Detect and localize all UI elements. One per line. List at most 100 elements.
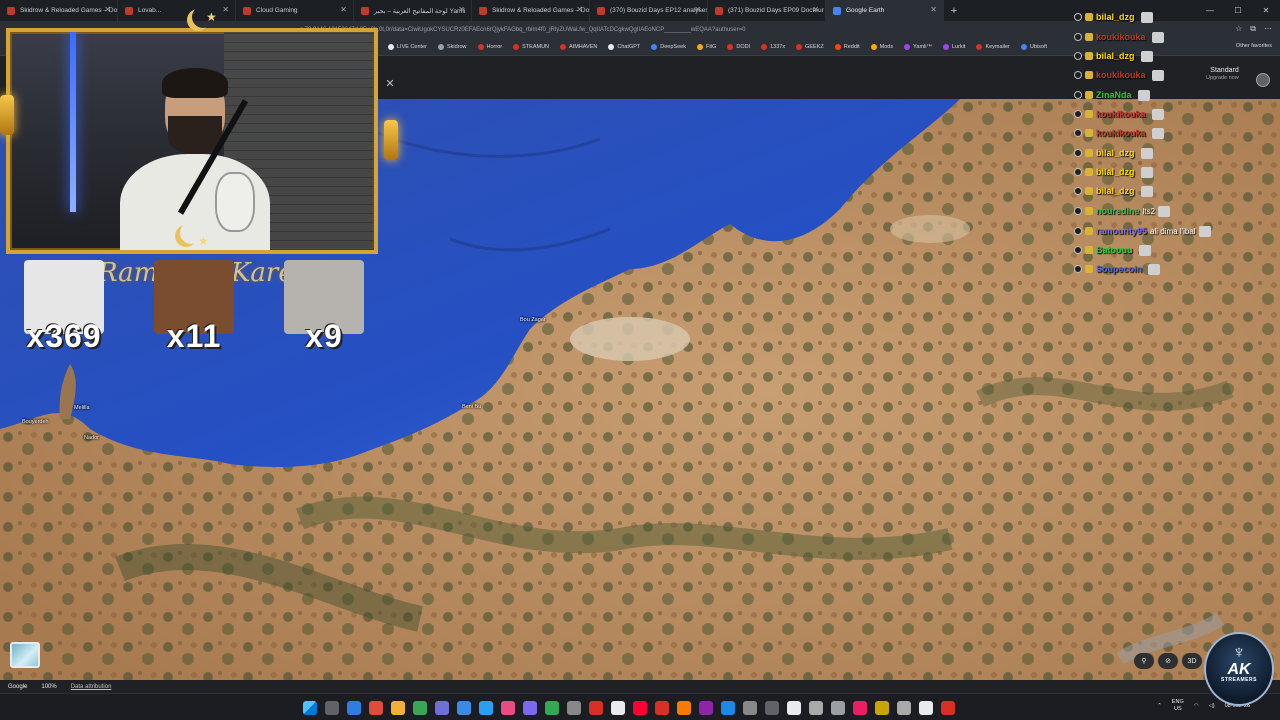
map-layer-toggle[interactable] [10, 642, 40, 668]
chat-username[interactable]: nouredine [1096, 206, 1140, 216]
taskbar-app-icon[interactable] [677, 701, 691, 715]
taskbar-app-icon[interactable] [897, 701, 911, 715]
browser-tab[interactable]: Google Earth ✕ [826, 0, 944, 21]
chat-username[interactable]: bilal_dzg [1096, 148, 1135, 158]
chat-username[interactable]: Soupecoin [1096, 264, 1142, 274]
measure-tool-icon[interactable]: ✕ [384, 78, 396, 90]
new-tab-button[interactable]: + [944, 0, 964, 21]
browser-tab[interactable]: Cloud Gaming ✕ [236, 0, 354, 21]
browser-tab[interactable]: Lovab... ✕ [118, 0, 236, 21]
browser-tab[interactable]: (370) Bouzid Days EP12 analyses ✕ [590, 0, 708, 21]
address-bar[interactable]: s,79.9146.18153647d,35y,0h,0t,0r/data=Ci… [300, 24, 1060, 36]
taskbar-app-icon[interactable] [347, 701, 361, 715]
taskbar-app-icon[interactable] [523, 701, 537, 715]
taskbar-app-icon[interactable] [655, 701, 669, 715]
tab-close-icon[interactable]: ✕ [222, 5, 229, 14]
taskbar-apps [303, 701, 955, 715]
pegman-icon[interactable]: ⚲ [1134, 653, 1154, 669]
chat-username[interactable]: ramounty95 [1096, 226, 1147, 236]
data-attribution-link[interactable]: Data attribution [71, 684, 112, 690]
chat-username[interactable]: koukikouka [1096, 70, 1146, 80]
taskbar-app-icon[interactable] [435, 701, 449, 715]
browser-tab[interactable]: Skidrow & Reloaded Games – Do ✕ [0, 0, 118, 21]
chat-username[interactable]: Batoouu [1096, 245, 1133, 255]
bookmark-label: Yamli™ [913, 44, 932, 50]
compass-icon[interactable]: ⊘ [1158, 653, 1178, 669]
taskbar-app-icon[interactable] [787, 701, 801, 715]
tab-label: Google Earth [846, 7, 885, 14]
taskbar-app-icon[interactable] [589, 701, 603, 715]
tab-label: Cloud Gaming [256, 7, 298, 14]
taskbar-app-icon[interactable] [325, 701, 339, 715]
bookmark-item[interactable]: FitG [696, 44, 716, 50]
tab-close-icon[interactable]: ✕ [812, 5, 819, 14]
bookmark-item[interactable]: Ubisoft [1020, 44, 1047, 50]
tab-close-icon[interactable]: ✕ [340, 5, 347, 14]
bookmark-item[interactable]: Skidrow [437, 44, 467, 50]
chat-username[interactable]: bilal_dzg [1096, 12, 1135, 22]
chat-emote-icon [1157, 205, 1170, 217]
bookmark-item[interactable]: 1337x [761, 44, 785, 50]
start-button-icon[interactable] [303, 701, 317, 715]
bookmark-item[interactable]: GEEKZ [796, 44, 824, 50]
taskbar-app-icon[interactable] [721, 701, 735, 715]
bookmark-item[interactable]: ChatGPT [608, 44, 640, 50]
taskbar-app-icon[interactable] [501, 701, 515, 715]
place-label: Beni Bu [462, 404, 482, 410]
taskbar-app-icon[interactable] [919, 701, 933, 715]
chat-username[interactable]: koukikouka [1096, 128, 1146, 138]
tab-close-icon[interactable]: ✕ [694, 5, 701, 14]
taskbar-app-icon[interactable] [545, 701, 559, 715]
chat-username[interactable]: koukikouka [1096, 32, 1146, 42]
chat-message: bilal_dzg [1074, 10, 1153, 24]
taskbar-app-icon[interactable] [391, 701, 405, 715]
taskbar-app-icon[interactable] [831, 701, 845, 715]
bookmark-item[interactable]: LIVE Center [388, 44, 427, 50]
chat-emote-icon [1140, 50, 1153, 62]
bookmark-item[interactable]: Keymailer [976, 44, 1010, 50]
taskbar-app-icon[interactable] [567, 701, 581, 715]
chat-username[interactable]: bilal_dzg [1096, 186, 1135, 196]
tab-close-icon[interactable]: ✕ [930, 5, 937, 14]
bookmark-item[interactable]: STEAMUN [513, 44, 549, 50]
bookmark-item[interactable]: Yamli™ [904, 44, 932, 50]
taskbar-app-icon[interactable] [941, 701, 955, 715]
chat-username[interactable]: bilal_dzg [1096, 51, 1135, 61]
chevron-up-icon[interactable]: ⌃ [1157, 703, 1162, 709]
bookmark-item[interactable]: Lurkit [942, 44, 965, 50]
volume-icon[interactable]: ◁) [1209, 703, 1215, 709]
bookmark-item[interactable]: DeepSeek [651, 44, 686, 50]
bookmark-item[interactable]: DODI [727, 44, 750, 50]
browser-tab[interactable]: (371) Bouzid Days EP09 Docteur p ✕ [708, 0, 826, 21]
taskbar-app-icon[interactable] [809, 701, 823, 715]
taskbar-app-icon[interactable] [479, 701, 493, 715]
taskbar-app-icon[interactable] [611, 701, 625, 715]
taskbar-app-icon[interactable] [765, 701, 779, 715]
chat-emote-icon [1137, 89, 1150, 101]
browser-tab[interactable]: Skidrow & Reloaded Games – Do ✕ [472, 0, 590, 21]
taskbar-app-icon[interactable] [369, 701, 383, 715]
bookmark-item[interactable]: AIMHAVEN [560, 44, 597, 50]
chat-username[interactable]: ZinaNda [1096, 90, 1132, 100]
taskbar-app-icon[interactable] [875, 701, 889, 715]
tab-close-icon[interactable]: ✕ [458, 5, 465, 14]
taskbar-app-icon[interactable] [633, 701, 647, 715]
taskbar-app-icon[interactable] [457, 701, 471, 715]
bookmark-item[interactable]: Mods [870, 44, 893, 50]
taskbar-app-icon[interactable] [743, 701, 757, 715]
browser-tab[interactable]: لوحة المفاتيح العربية – بحبر Yamli ✕ [354, 0, 472, 21]
tab-close-icon[interactable]: ✕ [576, 5, 583, 14]
chat-username[interactable]: koukikouka [1096, 109, 1146, 119]
taskbar-app-icon[interactable] [853, 701, 867, 715]
wifi-icon[interactable]: ◠ [1194, 703, 1199, 709]
tab-favicon-icon [597, 7, 605, 15]
bookmark-item[interactable]: Horror [477, 44, 502, 50]
bookmark-item[interactable]: Reddit [834, 44, 860, 50]
bookmark-label: LIVE Center [397, 44, 427, 50]
view-3d-button[interactable]: 3D [1182, 653, 1202, 669]
taskbar-app-icon[interactable] [413, 701, 427, 715]
taskbar-app-icon[interactable] [699, 701, 713, 715]
language-indicator[interactable]: ENG US [1172, 699, 1184, 713]
tab-close-icon[interactable]: ✕ [104, 5, 111, 14]
chat-username[interactable]: bilal_dzg [1096, 167, 1135, 177]
